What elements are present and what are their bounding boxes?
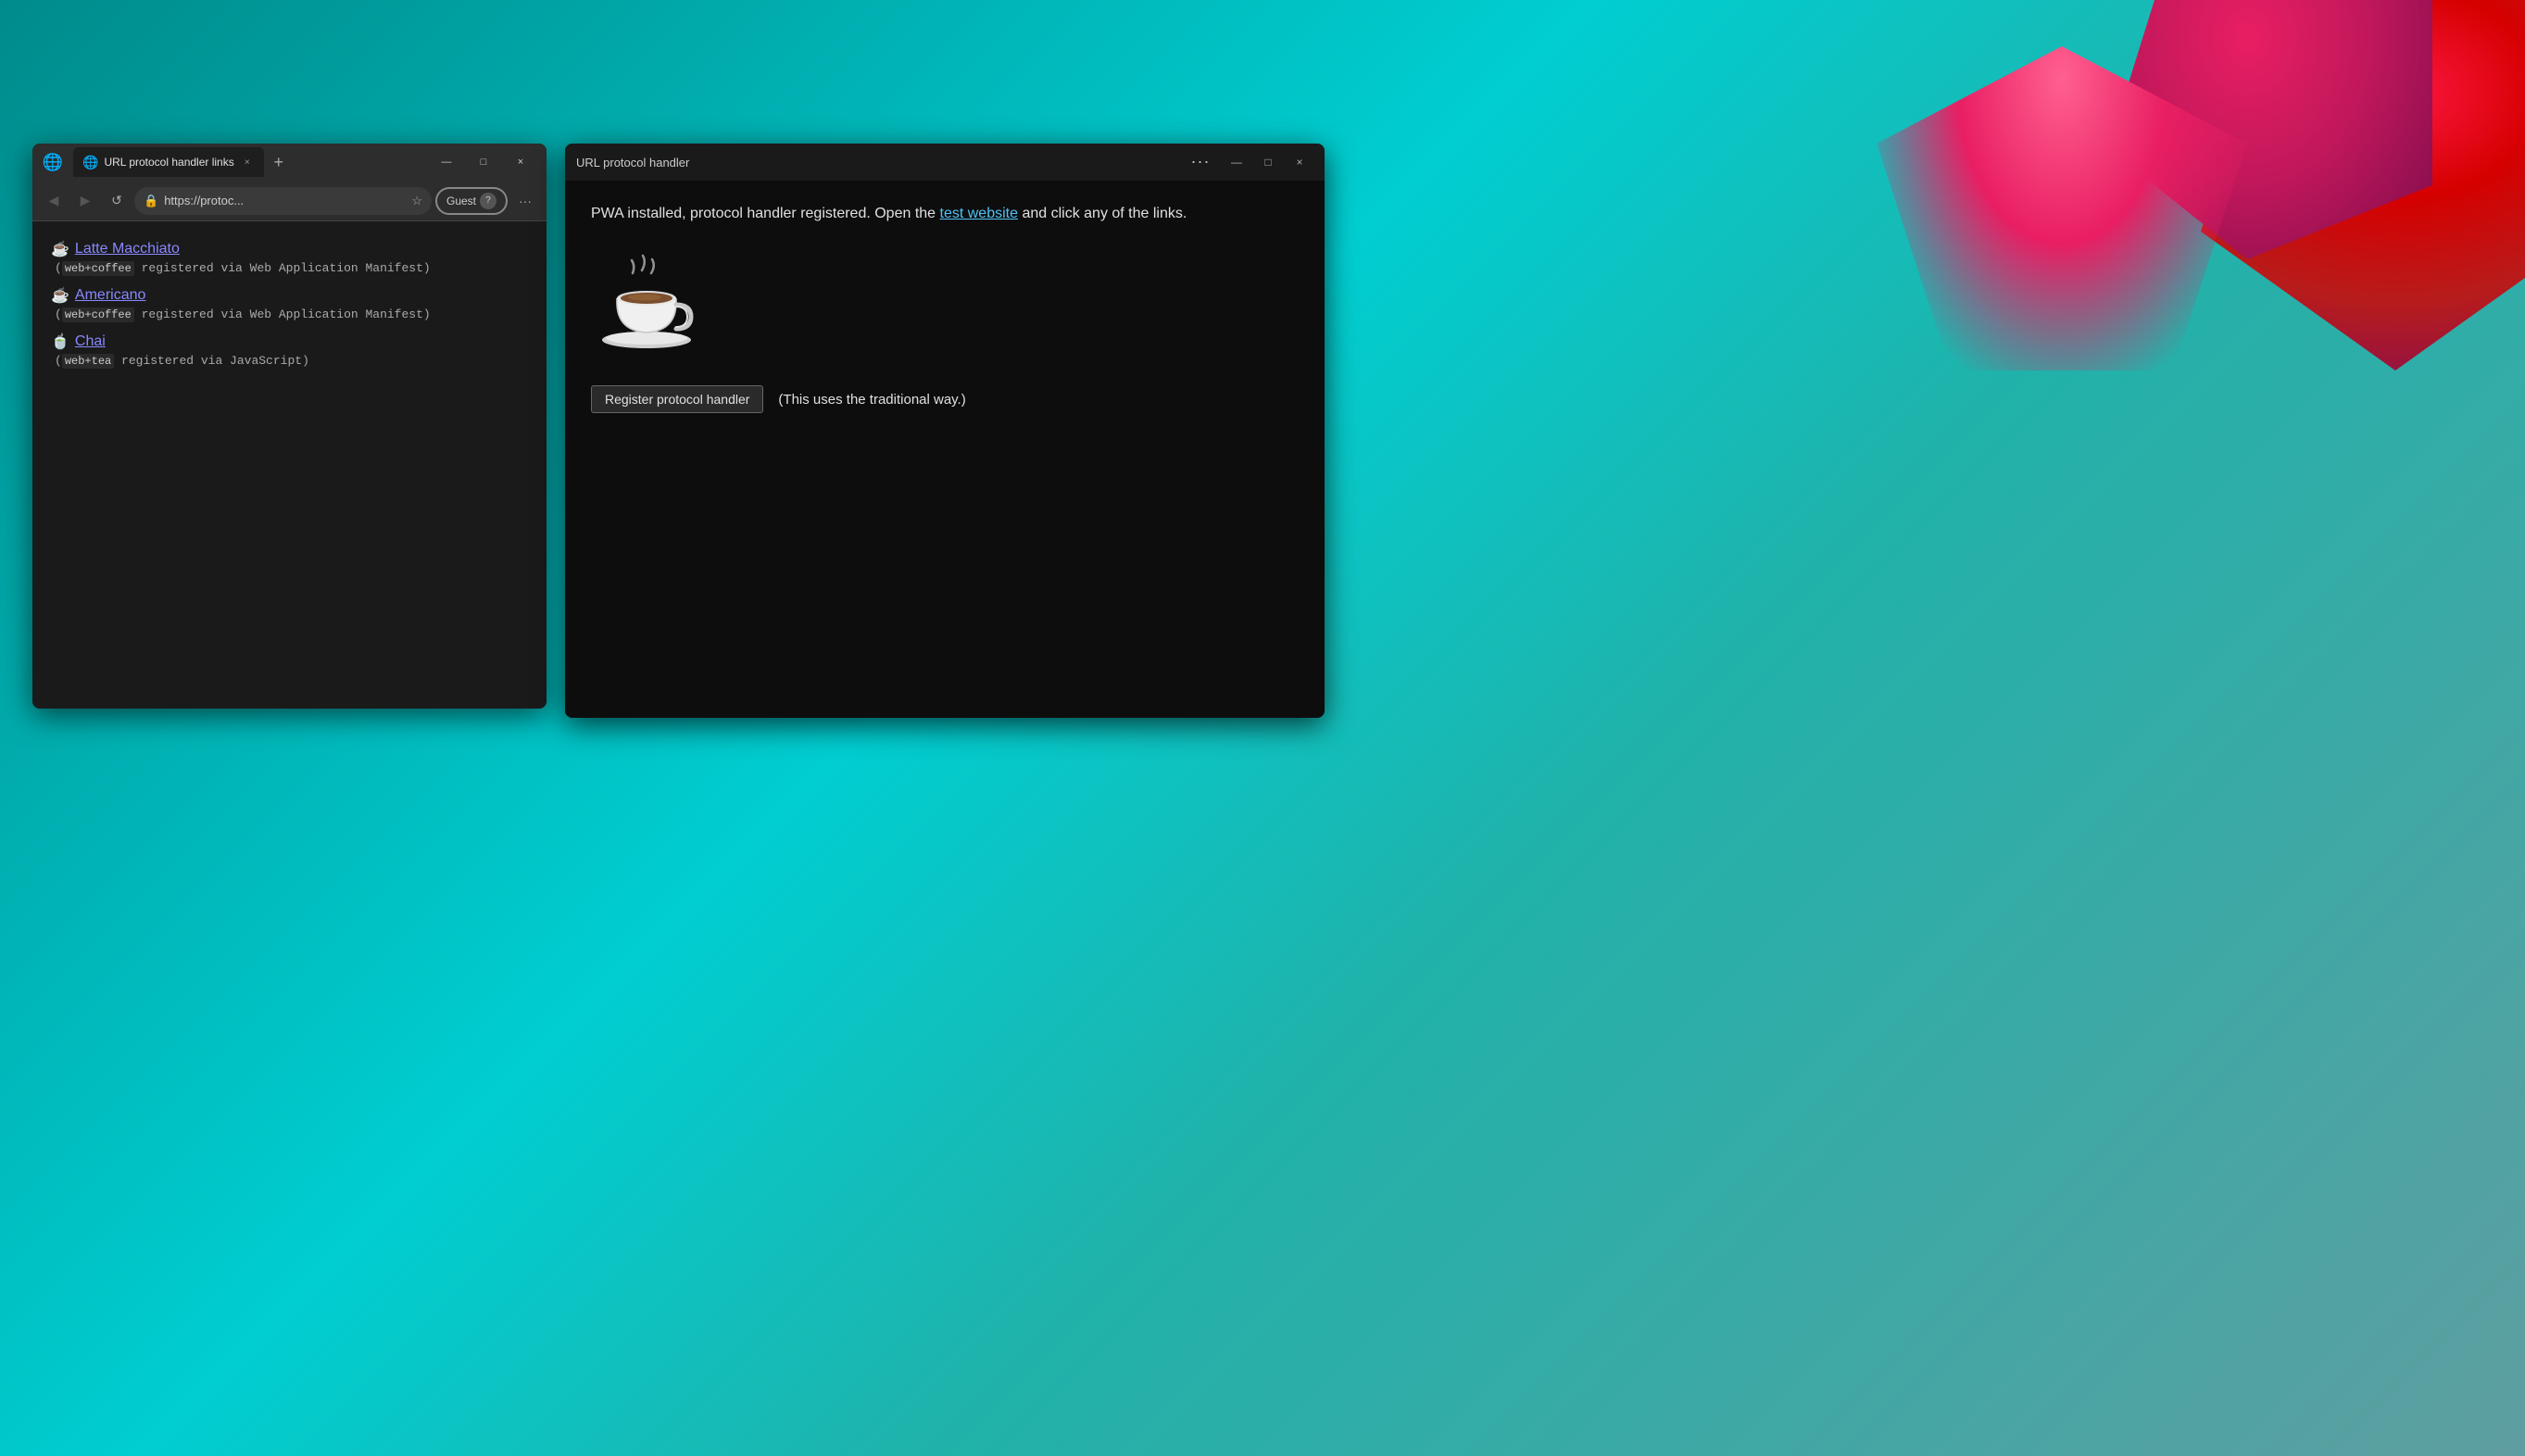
link-meta-3: (web+tea registered via JavaScript) bbox=[55, 354, 528, 368]
list-item: 🍵 Chai (web+tea registered via JavaScrip… bbox=[51, 333, 528, 368]
address-bar[interactable]: 🔒 https://protoc... ☆ bbox=[134, 187, 432, 215]
new-tab-button[interactable]: + bbox=[266, 149, 292, 175]
link-meta-2: (web+coffee registered via Web Applicati… bbox=[55, 308, 528, 321]
pwa-info-suffix: and click any of the links. bbox=[1022, 206, 1187, 221]
test-website-link[interactable]: test website bbox=[940, 206, 1018, 221]
pwa-content: PWA installed, protocol handler register… bbox=[565, 181, 1325, 718]
pwa-info-prefix: PWA installed, protocol handler register… bbox=[591, 206, 940, 221]
link-meta-1: (web+coffee registered via Web Applicati… bbox=[55, 261, 528, 275]
browser-window-icon: 🌐 bbox=[40, 149, 66, 175]
browser-titlebar: 🌐 🌐 URL protocol handler links × + — □ × bbox=[32, 144, 546, 181]
chai-link[interactable]: Chai bbox=[75, 333, 106, 350]
browser-window: 🌐 🌐 URL protocol handler links × + — □ ×… bbox=[32, 144, 546, 709]
register-protocol-row: Register protocol handler (This uses the… bbox=[591, 385, 1299, 413]
americano-link[interactable]: Americano bbox=[75, 287, 145, 304]
address-text: https://protoc... bbox=[164, 194, 406, 207]
refresh-button[interactable]: ↺ bbox=[103, 187, 131, 215]
pwa-info-text: PWA installed, protocol handler register… bbox=[591, 203, 1299, 225]
link-line-1: ☕ Latte Macchiato bbox=[51, 240, 528, 258]
pwa-close-button[interactable]: × bbox=[1286, 148, 1313, 176]
pwa-window-title: URL protocol handler bbox=[576, 156, 1182, 169]
pwa-window-controls: ··· — □ × bbox=[1182, 148, 1313, 176]
pwa-titlebar: URL protocol handler ··· — □ × bbox=[565, 144, 1325, 181]
browser-toolbar: ◀ ▶ ↺ 🔒 https://protoc... ☆ Guest ? ··· bbox=[32, 181, 546, 221]
back-button[interactable]: ◀ bbox=[40, 187, 68, 215]
maximize-button[interactable]: □ bbox=[465, 149, 502, 175]
coffee-emoji-2: ☕ bbox=[51, 286, 69, 305]
latte-macchiato-link[interactable]: Latte Macchiato bbox=[75, 241, 180, 257]
link-line-2: ☕ Americano bbox=[51, 286, 528, 305]
forward-button[interactable]: ▶ bbox=[71, 187, 99, 215]
list-item: ☕ Latte Macchiato (web+coffee registered… bbox=[51, 240, 528, 275]
list-item: ☕ Americano (web+coffee registered via W… bbox=[51, 286, 528, 321]
pwa-more-button[interactable]: ··· bbox=[1182, 148, 1219, 174]
browser-content: ☕ Latte Macchiato (web+coffee registered… bbox=[32, 221, 546, 709]
guest-label: Guest bbox=[446, 195, 476, 207]
tea-emoji: 🍵 bbox=[51, 333, 69, 351]
edge-logo-icon: 🌐 bbox=[40, 149, 66, 175]
pwa-minimize-button[interactable]: — bbox=[1223, 148, 1250, 176]
guest-avatar: ? bbox=[480, 193, 496, 209]
coffee-cup-icon bbox=[591, 247, 702, 358]
link-line-3: 🍵 Chai bbox=[51, 333, 528, 351]
tab-close-button[interactable]: × bbox=[240, 155, 255, 169]
favorites-icon[interactable]: ☆ bbox=[411, 194, 422, 208]
pwa-maximize-button[interactable]: □ bbox=[1254, 148, 1282, 176]
register-protocol-button[interactable]: Register protocol handler bbox=[591, 385, 763, 413]
guest-profile-button[interactable]: Guest ? bbox=[435, 187, 508, 215]
window-controls: — □ × bbox=[428, 149, 539, 175]
close-button[interactable]: × bbox=[502, 149, 539, 175]
minimize-button[interactable]: — bbox=[428, 149, 465, 175]
tab-favicon: 🌐 bbox=[82, 155, 98, 170]
pwa-window: URL protocol handler ··· — □ × PWA insta… bbox=[565, 144, 1325, 718]
settings-menu-button[interactable]: ··· bbox=[511, 187, 539, 215]
tab-title: URL protocol handler links bbox=[104, 156, 233, 169]
browser-tab-active[interactable]: 🌐 URL protocol handler links × bbox=[73, 147, 264, 177]
tab-bar: 🌐 URL protocol handler links × + bbox=[73, 147, 424, 177]
lock-icon: 🔒 bbox=[144, 194, 158, 208]
coffee-cup-container bbox=[591, 247, 1299, 363]
register-note: (This uses the traditional way.) bbox=[778, 392, 965, 408]
coffee-emoji-1: ☕ bbox=[51, 240, 69, 258]
